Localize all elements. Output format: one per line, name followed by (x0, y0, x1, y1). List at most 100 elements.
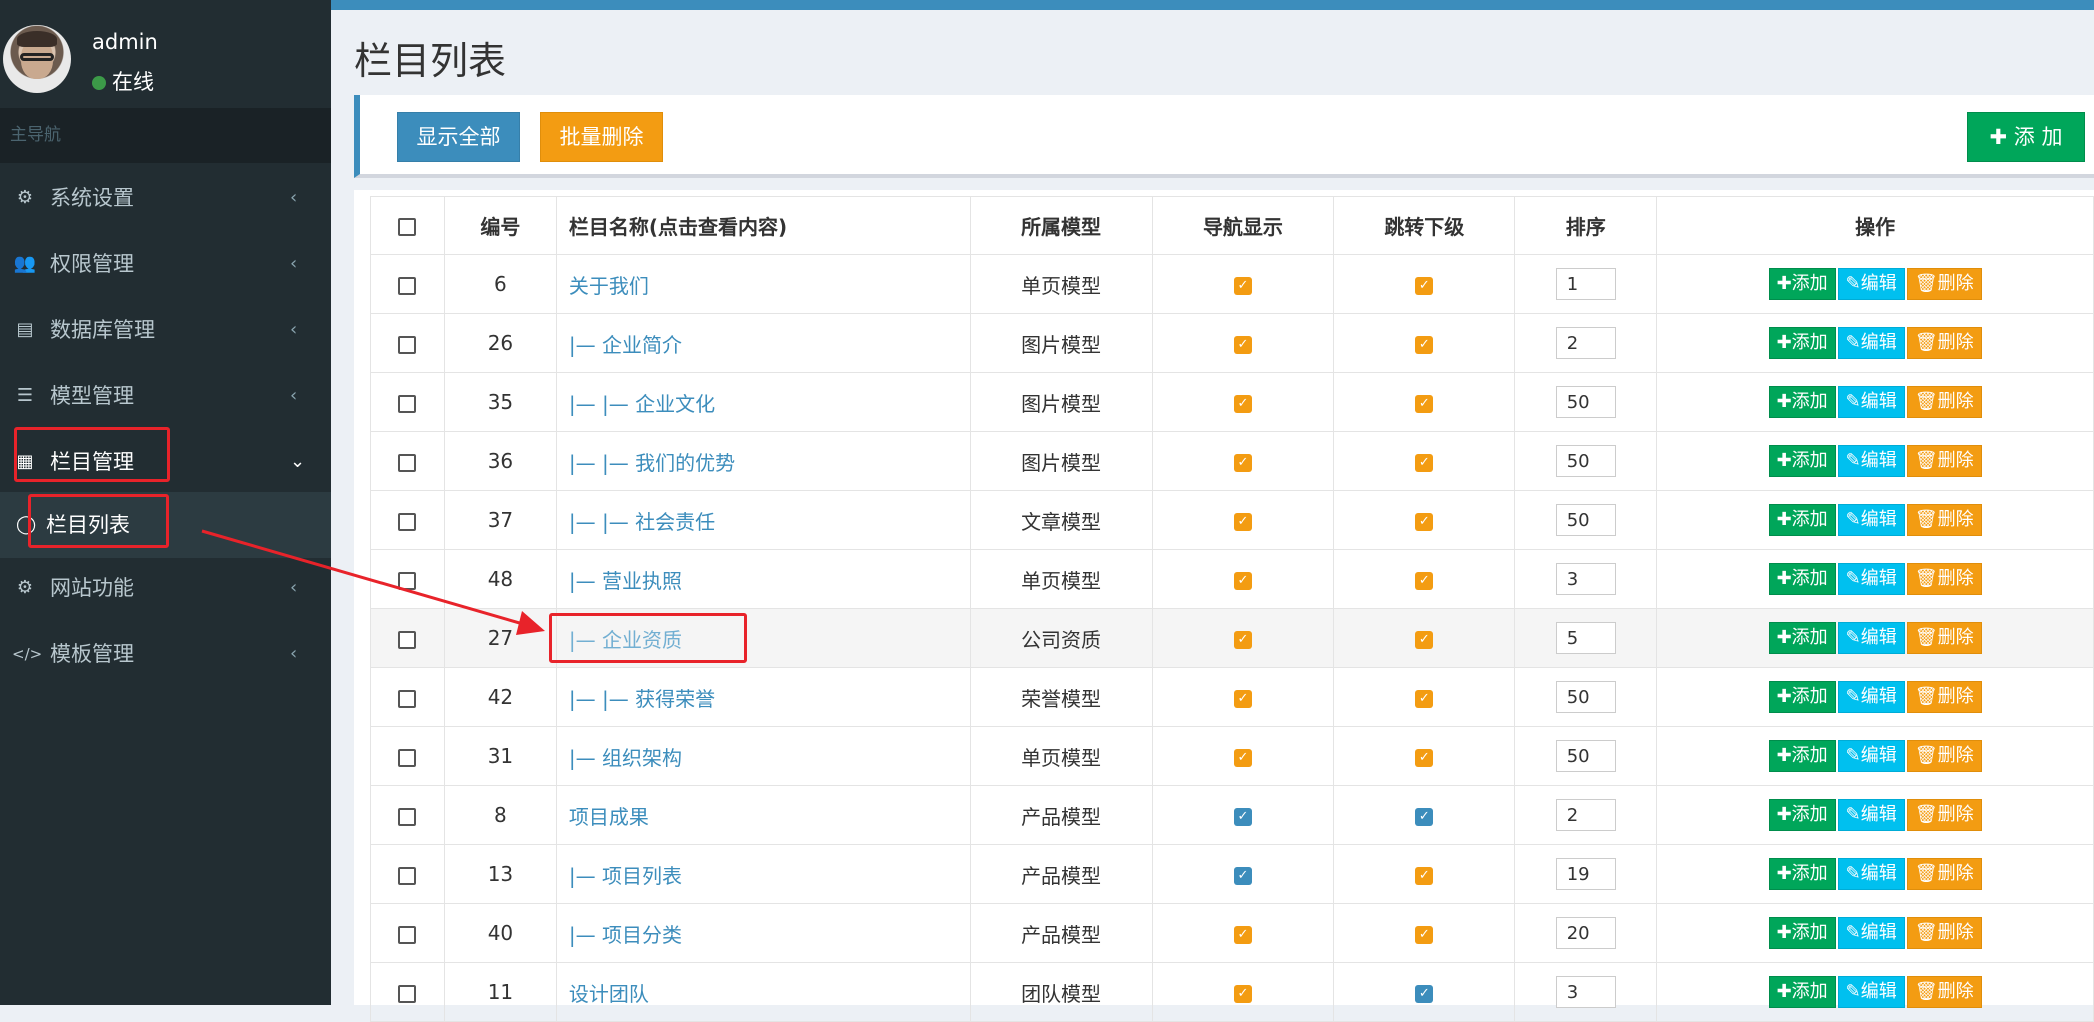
nav-display-checkbox[interactable]: ✓ (1233, 335, 1252, 354)
sidebar-subitem-column-list[interactable]: ◯ 栏目列表 (0, 492, 331, 558)
row-delete-button[interactable]: 🗑删除 (1906, 917, 1982, 949)
row-edit-button[interactable]: ✎编辑 (1837, 268, 1905, 300)
row-add-button[interactable]: ✚添加 (1768, 740, 1836, 772)
row-delete-button[interactable]: 🗑删除 (1906, 976, 1982, 1008)
jump-child-checkbox[interactable]: ✓ (1415, 925, 1434, 944)
row-name-link[interactable]: |— |— 我们的优势 (569, 451, 735, 475)
row-name-link[interactable]: |— 项目分类 (569, 923, 682, 947)
row-name-link[interactable]: |— |— 企业文化 (569, 392, 715, 416)
row-checkbox[interactable] (398, 807, 417, 826)
row-checkbox[interactable] (398, 394, 417, 413)
nav-display-checkbox[interactable]: ✓ (1233, 453, 1252, 472)
row-edit-button[interactable]: ✎编辑 (1837, 386, 1905, 418)
sidebar-item-permissions[interactable]: 👥 权限管理 ‹ (0, 231, 331, 297)
row-add-button[interactable]: ✚添加 (1768, 681, 1836, 713)
row-checkbox[interactable] (398, 571, 417, 590)
row-checkbox[interactable] (398, 689, 417, 708)
row-name-link[interactable]: |— 营业执照 (569, 569, 682, 593)
sort-input[interactable] (1555, 622, 1616, 654)
sidebar-item-site-features[interactable]: ⚙ 网站功能 ‹ (0, 555, 331, 621)
sort-input[interactable] (1555, 917, 1616, 949)
row-name-link[interactable]: |— 企业简介 (569, 333, 682, 357)
jump-child-checkbox[interactable]: ✓ (1415, 984, 1434, 1003)
row-add-button[interactable]: ✚添加 (1768, 563, 1836, 595)
row-delete-button[interactable]: 🗑删除 (1906, 445, 1982, 477)
row-add-button[interactable]: ✚添加 (1768, 327, 1836, 359)
sidebar-item-database[interactable]: ▤ 数据库管理 ‹ (0, 297, 331, 363)
row-name-link[interactable]: 项目成果 (569, 805, 649, 829)
row-checkbox[interactable] (398, 984, 417, 1003)
row-delete-button[interactable]: 🗑删除 (1906, 681, 1982, 713)
row-add-button[interactable]: ✚添加 (1768, 445, 1836, 477)
row-add-button[interactable]: ✚添加 (1768, 268, 1836, 300)
jump-child-checkbox[interactable]: ✓ (1415, 394, 1434, 413)
sort-input[interactable] (1555, 268, 1616, 300)
row-checkbox[interactable] (398, 925, 417, 944)
row-edit-button[interactable]: ✎编辑 (1837, 740, 1905, 772)
sort-input[interactable] (1555, 504, 1616, 536)
row-edit-button[interactable]: ✎编辑 (1837, 504, 1905, 536)
row-checkbox[interactable] (398, 866, 417, 885)
row-delete-button[interactable]: 🗑删除 (1906, 268, 1982, 300)
row-edit-button[interactable]: ✎编辑 (1837, 858, 1905, 890)
show-all-button[interactable]: 显示全部 (397, 112, 520, 162)
row-delete-button[interactable]: 🗑删除 (1906, 327, 1982, 359)
row-name-link[interactable]: |— |— 社会责任 (569, 510, 715, 534)
sort-input[interactable] (1555, 563, 1616, 595)
row-edit-button[interactable]: ✎编辑 (1837, 976, 1905, 1008)
sidebar-item-templates[interactable]: </> 模板管理 ‹ (0, 621, 331, 687)
nav-display-checkbox[interactable]: ✓ (1233, 807, 1252, 826)
sort-input[interactable] (1555, 799, 1616, 831)
row-name-link[interactable]: 设计团队 (569, 982, 649, 1006)
row-checkbox[interactable] (398, 630, 417, 649)
row-add-button[interactable]: ✚添加 (1768, 504, 1836, 536)
row-delete-button[interactable]: 🗑删除 (1906, 563, 1982, 595)
row-edit-button[interactable]: ✎编辑 (1837, 681, 1905, 713)
sort-input[interactable] (1555, 386, 1616, 418)
select-all-checkbox[interactable] (398, 218, 417, 236)
row-edit-button[interactable]: ✎编辑 (1837, 917, 1905, 949)
row-add-button[interactable]: ✚添加 (1768, 858, 1836, 890)
row-name-link[interactable]: |— 组织架构 (569, 746, 682, 770)
row-checkbox[interactable] (398, 512, 417, 531)
sort-input[interactable] (1555, 976, 1616, 1008)
jump-child-checkbox[interactable]: ✓ (1415, 335, 1434, 354)
nav-display-checkbox[interactable]: ✓ (1233, 984, 1252, 1003)
nav-display-checkbox[interactable]: ✓ (1233, 925, 1252, 944)
row-edit-button[interactable]: ✎编辑 (1837, 563, 1905, 595)
row-delete-button[interactable]: 🗑删除 (1906, 504, 1982, 536)
row-add-button[interactable]: ✚添加 (1768, 799, 1836, 831)
row-edit-button[interactable]: ✎编辑 (1837, 622, 1905, 654)
jump-child-checkbox[interactable]: ✓ (1415, 453, 1434, 472)
jump-child-checkbox[interactable]: ✓ (1415, 807, 1434, 826)
row-edit-button[interactable]: ✎编辑 (1837, 327, 1905, 359)
row-delete-button[interactable]: 🗑删除 (1906, 622, 1982, 654)
row-edit-button[interactable]: ✎编辑 (1837, 445, 1905, 477)
row-checkbox[interactable] (398, 453, 417, 472)
row-checkbox[interactable] (398, 335, 417, 354)
row-delete-button[interactable]: 🗑删除 (1906, 386, 1982, 418)
add-column-button[interactable]: ✚ 添 加 (1967, 112, 2085, 162)
sort-input[interactable] (1555, 740, 1616, 772)
row-name-link[interactable]: |— 企业资质 (569, 628, 682, 652)
sidebar-item-system-settings[interactable]: ⚙ 系统设置 ‹ (0, 165, 331, 231)
jump-child-checkbox[interactable]: ✓ (1415, 276, 1434, 295)
nav-display-checkbox[interactable]: ✓ (1233, 512, 1252, 531)
sort-input[interactable] (1555, 327, 1616, 359)
row-edit-button[interactable]: ✎编辑 (1837, 799, 1905, 831)
row-add-button[interactable]: ✚添加 (1768, 622, 1836, 654)
row-name-link[interactable]: |— |— 获得荣誉 (569, 687, 715, 711)
jump-child-checkbox[interactable]: ✓ (1415, 630, 1434, 649)
jump-child-checkbox[interactable]: ✓ (1415, 689, 1434, 708)
jump-child-checkbox[interactable]: ✓ (1415, 748, 1434, 767)
batch-delete-button[interactable]: 批量删除 (540, 112, 663, 162)
nav-display-checkbox[interactable]: ✓ (1233, 276, 1252, 295)
nav-display-checkbox[interactable]: ✓ (1233, 748, 1252, 767)
jump-child-checkbox[interactable]: ✓ (1415, 866, 1434, 885)
nav-display-checkbox[interactable]: ✓ (1233, 394, 1252, 413)
row-checkbox[interactable] (398, 276, 417, 295)
sort-input[interactable] (1555, 445, 1616, 477)
row-add-button[interactable]: ✚添加 (1768, 976, 1836, 1008)
nav-display-checkbox[interactable]: ✓ (1233, 630, 1252, 649)
row-name-link[interactable]: |— 项目列表 (569, 864, 682, 888)
